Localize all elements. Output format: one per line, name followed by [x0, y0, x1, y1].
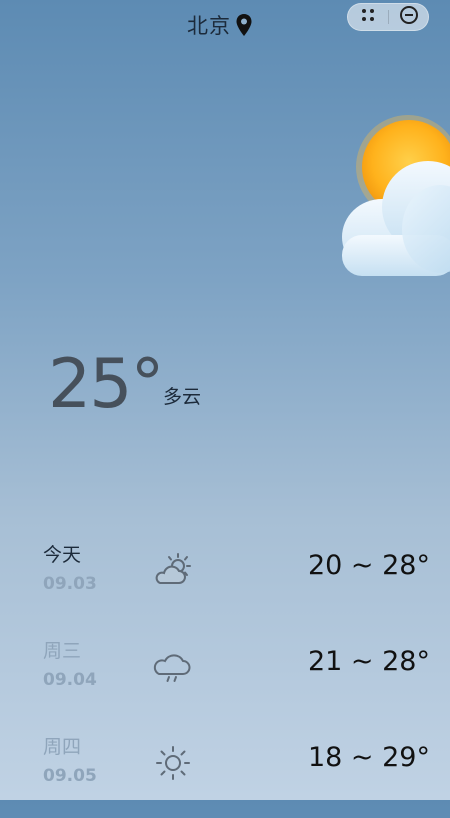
forecast-range: 18 ~ 29° [307, 742, 430, 773]
forecast-list: 今天 09.03 20 ~ 28° 周三 09.04 21 ~ 28° 周四 0… [0, 530, 450, 818]
forecast-date: 09.04 [43, 670, 97, 690]
top-bar: 北京 [0, 0, 450, 50]
city-selector[interactable]: 北京 [187, 10, 253, 40]
city-name: 北京 [187, 14, 231, 38]
cloud-rain-icon [152, 648, 194, 686]
forecast-day: 周四 [43, 736, 82, 758]
mini-program-capsule [347, 3, 429, 31]
forecast-day: 周三 [43, 640, 82, 662]
forecast-row[interactable]: 今天 09.03 20 ~ 28° [0, 530, 450, 626]
location-pin-icon [235, 13, 253, 37]
more-dots-icon [360, 7, 376, 27]
current-temperature: 25° [48, 345, 165, 424]
sun-icon [152, 744, 194, 782]
close-button[interactable] [389, 4, 429, 30]
more-button[interactable] [348, 4, 388, 30]
forecast-date: 09.03 [43, 574, 97, 594]
forecast-row[interactable]: 周三 09.04 21 ~ 28° [0, 626, 450, 722]
forecast-date: 09.05 [43, 766, 97, 786]
partly-cloudy-icon [152, 552, 194, 590]
forecast-range: 20 ~ 28° [307, 550, 430, 581]
current-condition: 多云 [163, 386, 202, 408]
sun-behind-cloud-icon [336, 115, 450, 285]
forecast-row[interactable]: 周四 09.05 18 ~ 29° [0, 722, 450, 818]
forecast-range: 21 ~ 28° [307, 646, 430, 677]
close-minus-icon [399, 5, 419, 29]
forecast-day: 今天 [43, 544, 82, 566]
